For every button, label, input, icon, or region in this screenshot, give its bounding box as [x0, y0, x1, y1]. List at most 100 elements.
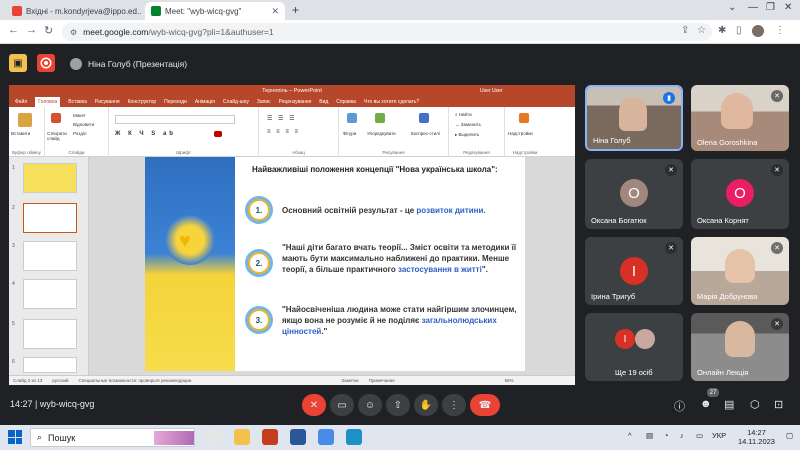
- app-icon[interactable]: [346, 429, 362, 445]
- tab-gmail[interactable]: Вхідні - m.kondyrjeva@ippo.ed... ✕: [6, 2, 141, 20]
- tab-meet[interactable]: Meet: "wyb-wicq-gvg" ✕: [145, 2, 285, 20]
- leave-call-button[interactable]: ☎: [470, 394, 500, 416]
- meet-icon: [151, 6, 161, 16]
- share-icon[interactable]: ⇪: [681, 25, 689, 36]
- group-label: Шрифт: [176, 150, 191, 155]
- url-host: meet.google.com: [83, 27, 149, 37]
- forward-button[interactable]: →: [26, 24, 37, 36]
- powerpoint-icon[interactable]: [262, 429, 278, 445]
- mic-toggle-button[interactable]: ✕: [302, 394, 326, 416]
- maximize-button[interactable]: ❐: [766, 2, 775, 13]
- find-text: Найти: [458, 112, 472, 117]
- notifications-icon[interactable]: ▢: [786, 431, 793, 440]
- group-label: Надстройки: [512, 150, 538, 155]
- notes-label: Заметки: [341, 378, 359, 383]
- language: русский: [52, 378, 69, 383]
- addins-label: Надстройки: [508, 131, 533, 136]
- slide-point-3: "Найосвіченіша людина може стати найгірш…: [282, 304, 520, 337]
- back-button[interactable]: ←: [8, 24, 19, 36]
- activities-icon[interactable]: ⬡: [750, 398, 760, 411]
- site-info-icon[interactable]: ⚙: [70, 28, 77, 37]
- windows-start-button[interactable]: [8, 430, 22, 444]
- taskbar-search[interactable]: ⌕ Пошук: [30, 428, 195, 447]
- minimize-button[interactable]: —: [748, 2, 758, 13]
- reset-label: Відновити: [73, 122, 95, 127]
- arrange-icon: [375, 113, 385, 123]
- ppt-window-title: Тернопіль – PowerPoint: [262, 88, 322, 94]
- participant-tile[interactable]: ✕ Olena Goroshkina: [691, 85, 789, 151]
- font-style-buttons: Ж К Ч S ab: [115, 131, 176, 137]
- lock-icon[interactable]: ⊡: [774, 398, 783, 411]
- new-tab-button[interactable]: +: [292, 3, 299, 17]
- record-icon: [42, 59, 50, 67]
- thumb-num: 2: [12, 205, 15, 211]
- raise-hand-button[interactable]: ✋: [414, 394, 438, 416]
- point-highlight: застосування в житті: [397, 265, 482, 274]
- chat-icon[interactable]: ▤: [724, 398, 734, 411]
- chrome-icon[interactable]: [318, 429, 334, 445]
- camera-icon: ▭: [337, 399, 347, 411]
- slide-point-1: Основний освітній результат - це розвито…: [282, 205, 522, 216]
- sidepanel-icon[interactable]: ▯: [736, 25, 742, 36]
- taskbar-clock[interactable]: 14:27 14.11.2023: [738, 428, 775, 446]
- address-bar[interactable]: ⚙ meet.google.com/wyb-wicq-gvg?pli=1&aut…: [62, 23, 712, 41]
- slide-count: Слайд 2 из 13: [13, 378, 43, 383]
- participant-initial: I: [615, 329, 635, 349]
- info-icon[interactable]: ⓘ: [674, 398, 685, 414]
- ribbon-font: Ж К Ч S ab Шрифт: [109, 107, 259, 157]
- battery-icon[interactable]: ▭: [696, 431, 703, 440]
- ppt-thumbnail-pane: 1 2 3 4 5 6: [9, 157, 89, 375]
- thumb-num: 3: [12, 243, 15, 249]
- participant-tile[interactable]: I ✕ Ірина Тригуб: [585, 237, 683, 305]
- participant-tile[interactable]: ✕ Онлайн Лекція: [691, 313, 789, 381]
- ribbon-slides: Створити слайд Макет Відновити Розділ Сл…: [45, 107, 109, 157]
- tray-chevron-icon[interactable]: ^: [628, 431, 632, 440]
- participant-tile[interactable]: ▮ Ніна Голуб: [585, 85, 683, 151]
- file-explorer-icon[interactable]: [234, 429, 250, 445]
- camera-toggle-button[interactable]: ▭: [330, 394, 354, 416]
- shapes-icon: [347, 113, 357, 123]
- participant-initial: O: [726, 179, 754, 207]
- tab-title: Вхідні - m.kondyrjeva@ippo.ed...: [26, 6, 141, 16]
- task-view-icon[interactable]: [206, 429, 222, 445]
- extensions-icon[interactable]: ✱: [718, 25, 726, 36]
- wifi-icon[interactable]: ◔: [664, 431, 669, 440]
- thumb-num: 4: [12, 281, 15, 287]
- new-slide-icon: [51, 113, 61, 123]
- chevron-down-icon[interactable]: ⌄: [728, 2, 736, 13]
- bookmark-star-icon[interactable]: ☆: [697, 25, 706, 36]
- ribbon-clipboard: Вставити Буфер обміну: [9, 107, 45, 157]
- reload-button[interactable]: ↻: [44, 24, 53, 37]
- input-language[interactable]: УКР: [712, 431, 726, 440]
- slide-point-2: "Наші діти багато вчать теорії... Зміст …: [282, 242, 520, 275]
- slide-thumbnail: [23, 357, 77, 373]
- point-text: Основний освітній результат - це: [282, 206, 417, 215]
- slide-thumbnail: [23, 163, 77, 193]
- more-menu-icon[interactable]: ⋮: [775, 25, 785, 36]
- close-window-button[interactable]: ✕: [784, 2, 792, 13]
- close-tab-icon[interactable]: ✕: [271, 6, 279, 17]
- point-text-end: ".: [481, 265, 488, 274]
- recording-button[interactable]: [37, 54, 55, 72]
- ppt-menu-file: Файл: [15, 99, 28, 105]
- ppt-menu-help: Справка: [336, 99, 356, 105]
- participant-tile[interactable]: O ✕ Оксана Богатюк: [585, 159, 683, 229]
- addins-icon: [519, 113, 529, 123]
- slide-thumbnail: [23, 319, 77, 349]
- heart-icon: ♥: [179, 230, 191, 252]
- word-icon[interactable]: [290, 429, 306, 445]
- more-participants-tile[interactable]: I Ще 19 осіб: [585, 313, 683, 381]
- more-options-button[interactable]: ⋮: [442, 394, 466, 416]
- participant-tile[interactable]: ✕ Марія Добрунова: [691, 237, 789, 305]
- reactions-button[interactable]: ☺: [358, 394, 382, 416]
- present-button[interactable]: ⇧: [386, 394, 410, 416]
- replace-label: ↔ Заменить: [455, 122, 481, 127]
- profile-avatar[interactable]: [752, 25, 764, 37]
- volume-icon[interactable]: ♪: [680, 431, 684, 440]
- network-icon[interactable]: ▤: [646, 431, 653, 440]
- avatar: [635, 329, 655, 349]
- activities-icon[interactable]: ▣: [9, 54, 27, 72]
- more-participants-label: Ще 19 осіб: [615, 368, 653, 377]
- participant-tile[interactable]: O ✕ Оксана Корнят: [691, 159, 789, 229]
- people-icon[interactable]: ☻: [700, 398, 712, 410]
